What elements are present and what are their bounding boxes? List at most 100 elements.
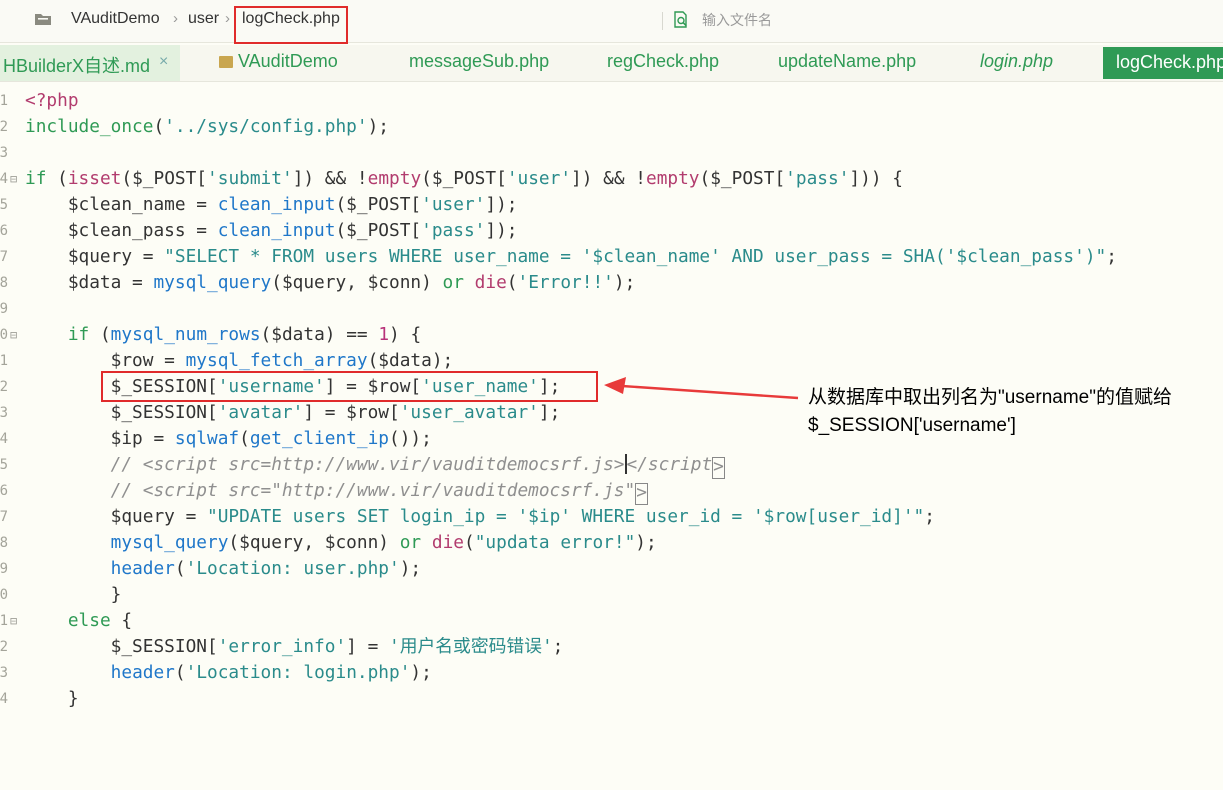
code-token: ]); [485, 194, 518, 215]
code-token: { [110, 610, 133, 631]
line-number: 8 [0, 275, 8, 291]
code-token: ); [410, 662, 432, 683]
code-text: $clean_name = clean_input($_POST['user']… [25, 192, 518, 218]
code-token: ($_POST[ [335, 220, 422, 241]
code-token: ( [174, 662, 186, 683]
code-token: ; [552, 636, 564, 657]
code-text: // <script src="http://www.vir/vauditdem… [25, 478, 648, 505]
code-line: 7 $query = "SELECT * FROM users WHERE us… [0, 244, 1223, 270]
filename-highlight-box [234, 6, 348, 44]
code-line: 2 include_once('../sys/config.php'); [0, 114, 1223, 140]
bracket-match-marker: > [635, 482, 648, 505]
code-token: or [442, 272, 464, 293]
code-line: 1 <?php [0, 88, 1223, 114]
close-icon[interactable]: × [159, 53, 168, 71]
file-search-icon [674, 11, 687, 28]
tab-hbuilderx-readme[interactable]: HBuilderX自述.md × [0, 45, 180, 81]
tab-label: VAuditDemo [238, 51, 338, 71]
code-token: ; [1106, 246, 1117, 267]
code-line: 1 ⊟ else { [0, 608, 1223, 634]
code-token: ( [463, 532, 475, 553]
code-comment: // <script src=http://www.vir/vauditdemo… [25, 454, 614, 475]
code-token: $clean_name = [25, 194, 218, 215]
code-token: if [67, 324, 90, 345]
breadcrumb-separator: › [225, 10, 230, 27]
line-number: 3 [0, 405, 8, 421]
code-text: header('Location: login.php'); [25, 660, 432, 686]
code-token: 'user' [506, 168, 572, 189]
code-token: sqlwaf [174, 428, 240, 449]
fold-toggle-icon[interactable]: ⊟ [10, 608, 17, 634]
code-token: ($_POST[ [335, 194, 422, 215]
line-number: 8 [0, 535, 8, 551]
tab-label: login.php [980, 51, 1054, 71]
code-token: header [110, 662, 175, 683]
tab-updatename[interactable]: updateName.php [778, 51, 916, 72]
code-line: 5 $clean_name = clean_input($_POST['user… [0, 192, 1223, 218]
code-token: if [25, 168, 47, 189]
code-token: $ip = [25, 428, 175, 449]
breadcrumb-item-project[interactable]: VAuditDemo [71, 10, 160, 28]
code-token: ( [239, 428, 250, 449]
fold-toggle-icon[interactable]: ⊟ [10, 166, 17, 192]
folder-icon [35, 14, 51, 25]
fold-toggle-icon[interactable]: ⊟ [10, 322, 17, 348]
line-number: 0 [0, 327, 8, 343]
code-token: $query = [25, 246, 165, 267]
code-line: 0 } [0, 582, 1223, 608]
tab-logcheck-active[interactable]: logCheck.php [1103, 47, 1223, 79]
code-token: else [67, 610, 111, 631]
code-token: $_SESSION[ [25, 402, 218, 423]
tab-regcheck[interactable]: regCheck.php [607, 51, 719, 72]
tab-login[interactable]: login.php [980, 51, 1053, 72]
tab-messagesub[interactable]: messageSub.php [409, 51, 549, 72]
file-search-input[interactable] [702, 9, 952, 31]
code-token: isset [67, 168, 122, 189]
code-token: ); [399, 558, 422, 579]
line-number: 6 [0, 223, 8, 239]
code-token: 'error_info' [217, 636, 347, 657]
code-token: mysql_query [153, 272, 272, 293]
code-text: $query = "UPDATE users SET login_ip = '$… [25, 504, 935, 530]
code-token: ]) && ! [292, 168, 368, 189]
code-token: ( [174, 558, 186, 579]
tab-vauditdemo[interactable]: VAuditDemo [219, 51, 338, 72]
code-line: 4 } [0, 686, 1223, 712]
code-line: 3 [0, 140, 1223, 166]
code-token: or [399, 532, 422, 553]
code-token: 1 [378, 324, 390, 345]
code-token: '../sys/config.php' [164, 116, 368, 137]
code-comment: > [613, 454, 625, 475]
code-comment: // <script src="http://www.vir/vauditdem… [25, 480, 636, 501]
line-number: 4 [0, 431, 8, 447]
line-number: 5 [0, 457, 8, 473]
code-text: $clean_pass = clean_input($_POST['pass']… [25, 218, 518, 244]
code-token: die [431, 532, 464, 553]
breadcrumb-item-folder[interactable]: user [188, 10, 219, 28]
line-number: 2 [0, 379, 8, 395]
code-token: 'user' [421, 194, 486, 215]
code-token: ( [506, 272, 518, 293]
code-token: clean_input [217, 194, 336, 215]
code-token: ($query, $conn) [271, 272, 443, 293]
code-token: ( [153, 116, 165, 137]
code-token: ( [46, 168, 68, 189]
line-number: 9 [0, 301, 8, 317]
code-token: ); [367, 116, 390, 137]
code-text: } [25, 686, 79, 712]
line-number: 4 [0, 171, 8, 187]
code-line: 9 [0, 296, 1223, 322]
php-open-tag: <?php [25, 90, 79, 111]
line-number: 2 [0, 639, 8, 655]
code-token: $query = [25, 506, 207, 527]
code-line: 3 header('Location: login.php'); [0, 660, 1223, 686]
code-token: ]) && ! [571, 168, 646, 189]
code-token: $clean_pass = [25, 220, 218, 241]
annotation-arrow-icon [604, 377, 799, 400]
code-token: die [474, 272, 507, 293]
code-token: ])) { [849, 168, 903, 189]
code-token: ; [924, 506, 935, 527]
